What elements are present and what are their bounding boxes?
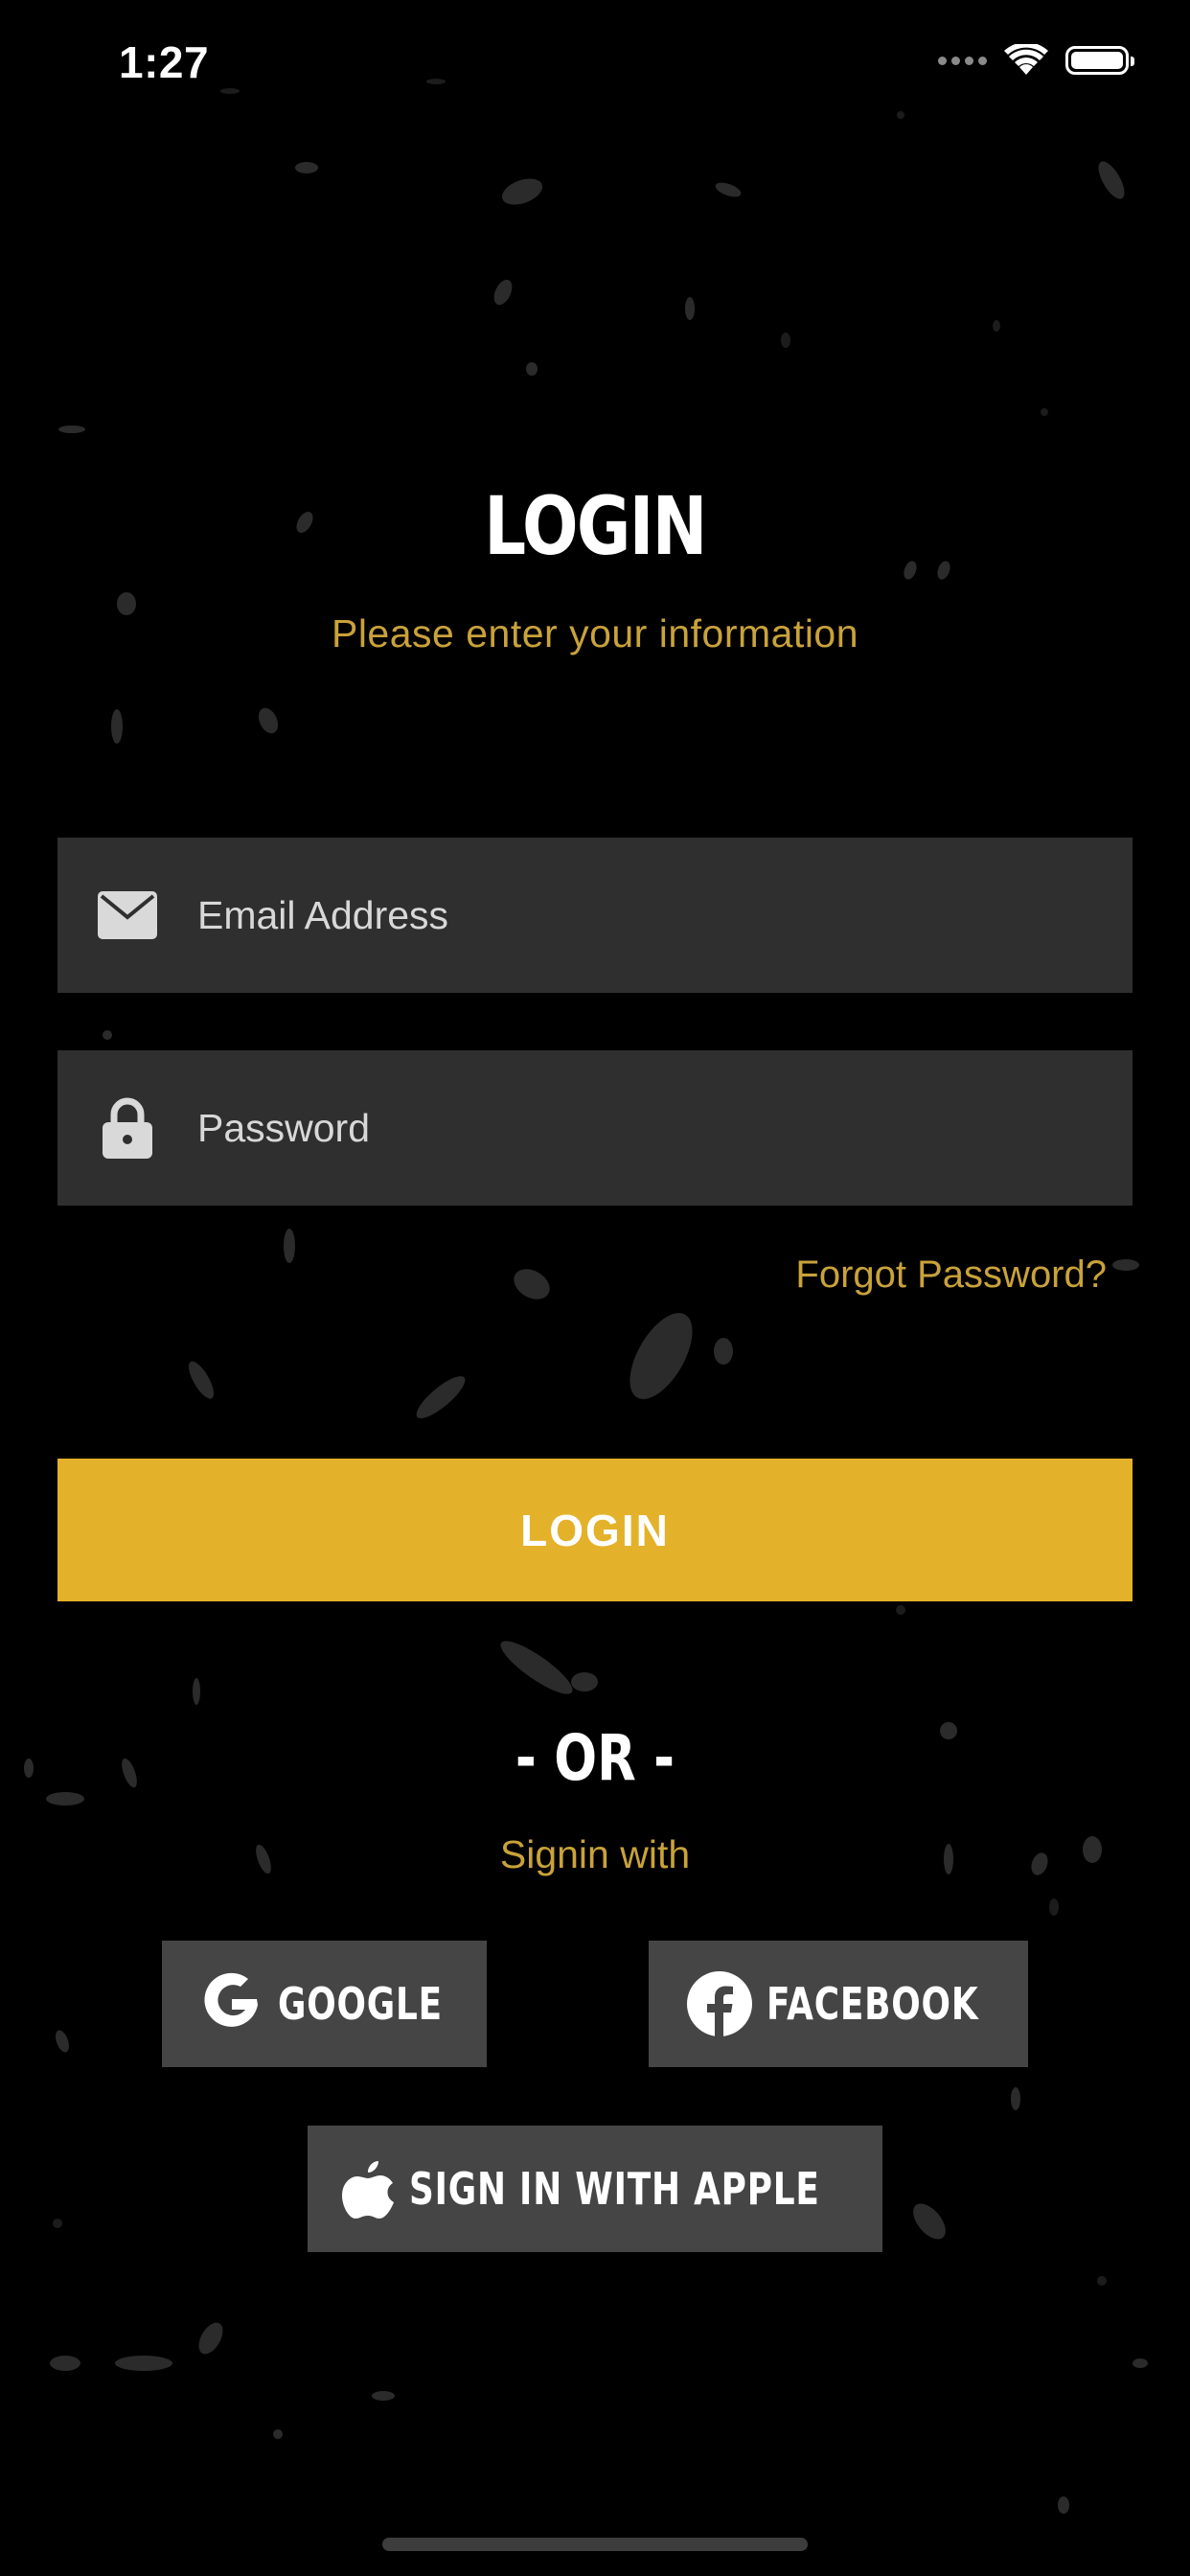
email-input[interactable] [195,891,1133,939]
apple-label: SIGN IN WITH APPLE [409,2163,820,2215]
page-title: LOGIN [484,479,707,573]
facebook-signin-button[interactable]: FACEBOOK [649,1941,1028,2067]
google-signin-button[interactable]: GOOGLE [162,1941,487,2067]
battery-icon [1065,46,1134,75]
page-subtitle: Please enter your information [331,611,859,656]
facebook-label: FACEBOOK [767,1978,979,2030]
google-icon [204,1972,259,2027]
wifi-icon [1004,44,1048,75]
email-field[interactable] [57,838,1133,993]
apple-signin-button[interactable]: SIGN IN WITH APPLE [308,2126,882,2252]
apple-icon [342,2161,395,2219]
forgot-password-link[interactable]: Forgot Password? [795,1254,1107,1297]
password-input[interactable] [195,1104,1133,1152]
home-indicator[interactable] [382,2538,808,2551]
password-field[interactable] [57,1050,1133,1206]
lock-icon [94,1094,161,1162]
login-button[interactable]: LOGIN [57,1459,1133,1601]
envelope-icon [94,882,161,949]
cellular-signal-icon [938,56,987,65]
facebook-icon [687,1971,753,2037]
google-label: GOOGLE [278,1978,444,2030]
status-bar-icons [938,44,1134,77]
signin-with-label: Signin with [499,1832,691,1876]
status-bar-time: 1:27 [119,37,210,87]
or-divider: - OR - [515,1721,675,1795]
